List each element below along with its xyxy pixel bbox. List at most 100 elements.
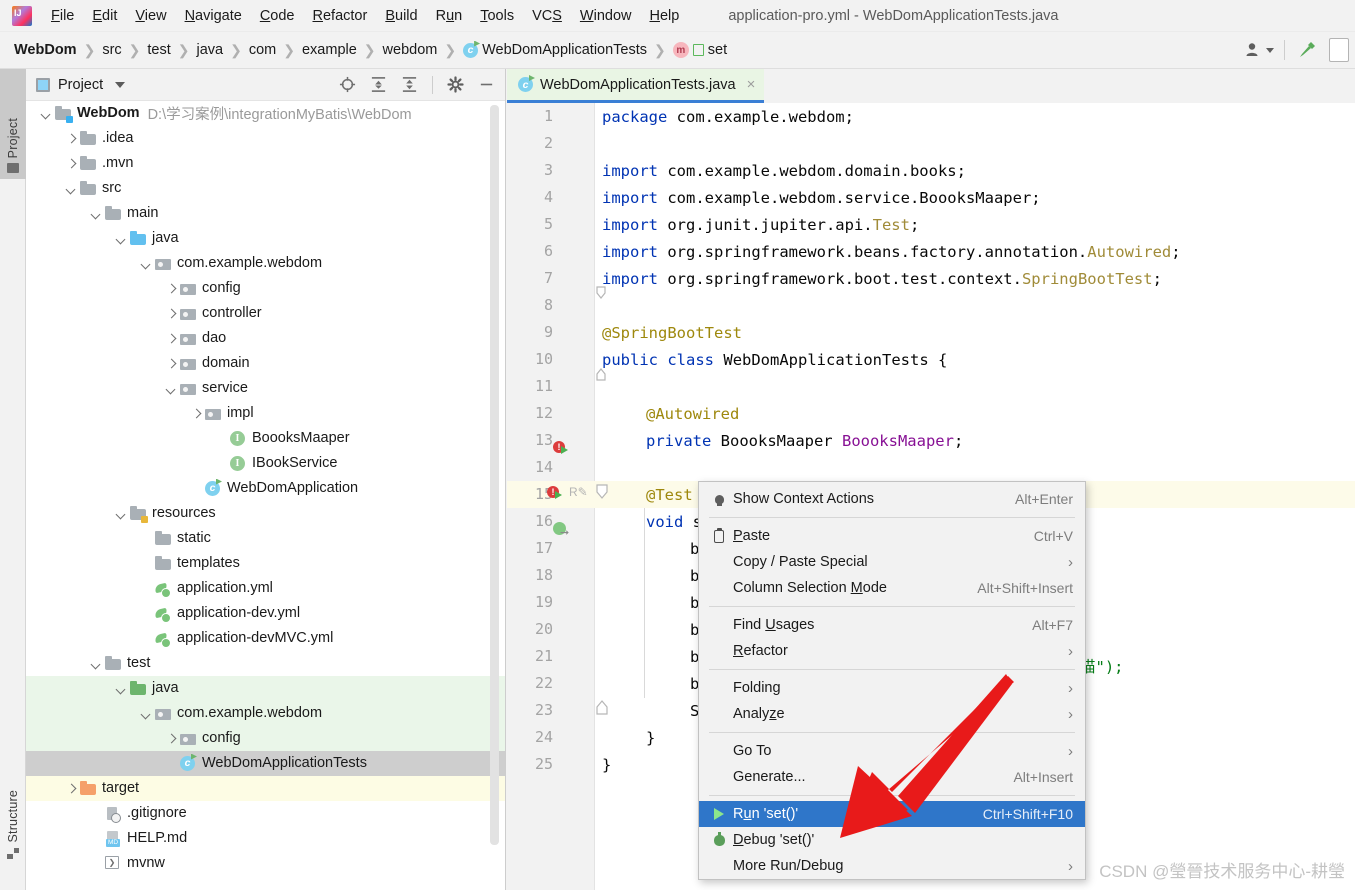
menu-tools[interactable]: Tools [471, 4, 523, 28]
close-icon[interactable]: × [747, 76, 756, 93]
expand-all-icon[interactable] [370, 76, 387, 93]
breadcrumb-item-webdom-pkg[interactable]: webdom [381, 42, 440, 58]
tree-row[interactable]: config [26, 276, 505, 301]
menu-item-copy-paste-special[interactable]: Copy / Paste Special › [699, 549, 1085, 575]
run-test-gutter-icon-line16[interactable]: ! [547, 486, 563, 502]
tree-row[interactable]: resources [26, 501, 505, 526]
tree-row[interactable]: com.example.webdom [26, 701, 505, 726]
tree-toggle-right-icon[interactable] [65, 157, 78, 170]
tree-row[interactable]: service [26, 376, 505, 401]
breadcrumb-item-method[interactable]: m set [671, 42, 729, 58]
tree-toggle-right-icon[interactable] [165, 732, 178, 745]
editor-context-menu[interactable]: Show Context Actions Alt+Enter Paste Ctrl+V… [698, 481, 1086, 880]
tree-row[interactable]: .idea [26, 126, 505, 151]
menu-run[interactable]: Run [427, 4, 472, 28]
tree-row[interactable]: .gitignore [26, 801, 505, 826]
tree-row[interactable]: com.example.webdom [26, 251, 505, 276]
tree-row[interactable]: application-devMVC.yml [26, 626, 505, 651]
menu-navigate[interactable]: Navigate [176, 4, 251, 28]
tree-row[interactable]: dao [26, 326, 505, 351]
tree-toggle-right-icon[interactable] [165, 332, 178, 345]
tree-row[interactable]: src [26, 176, 505, 201]
tree-row[interactable]: HELP.md [26, 826, 505, 851]
menu-refactor[interactable]: Refactor [304, 4, 377, 28]
locate-icon[interactable] [339, 76, 356, 93]
tree-row[interactable]: application-dev.yml [26, 601, 505, 626]
breadcrumb-item-src[interactable]: src [100, 42, 123, 58]
tree-row[interactable]: test [26, 651, 505, 676]
menu-code[interactable]: Code [251, 4, 304, 28]
menu-item-refactor[interactable]: Refactor › [699, 638, 1085, 664]
chevron-down-icon[interactable] [115, 81, 126, 88]
tree-toggle-down-icon[interactable] [115, 507, 128, 520]
tree-toggle-down-icon[interactable] [165, 382, 178, 395]
breadcrumb-item-class[interactable]: c WebDomApplicationTests [461, 42, 649, 58]
implemented-gutter-icon-line13[interactable]: ➞ [553, 522, 571, 539]
menu-help[interactable]: Help [640, 4, 688, 28]
menu-item-generate[interactable]: Generate... Alt+Insert [699, 764, 1085, 790]
tree-row[interactable]: controller [26, 301, 505, 326]
tree-toggle-down-icon[interactable] [115, 682, 128, 695]
menu-view[interactable]: View [126, 4, 175, 28]
breadcrumb-item-test[interactable]: test [145, 42, 172, 58]
menu-item-more-run-debug[interactable]: More Run/Debug › [699, 853, 1085, 879]
tree-row[interactable]: WebDom D:\学习案例\integrationMyBatis\WebDom [26, 101, 505, 126]
run-test-gutter-icon-line10[interactable]: ! [553, 441, 569, 457]
collapse-all-icon[interactable] [401, 76, 418, 93]
breadcrumb-item-webdom[interactable]: WebDom [12, 42, 79, 58]
menu-edit[interactable]: Edit [83, 4, 126, 28]
menu-window[interactable]: Window [571, 4, 641, 28]
tree-toggle-right-icon[interactable] [190, 407, 203, 420]
tree-toggle-right-icon[interactable] [165, 282, 178, 295]
breadcrumb-item-com[interactable]: com [247, 42, 278, 58]
menu-item-column-selection-mode[interactable]: Column Selection Mode Alt+Shift+Insert [699, 575, 1085, 601]
menu-item-find-usages[interactable]: Find Usages Alt+F7 [699, 612, 1085, 638]
tree-row[interactable]: static [26, 526, 505, 551]
tree-row[interactable]: I IBookService [26, 451, 505, 476]
project-scrollbar[interactable] [490, 105, 499, 845]
tab-webdomapplicationtests[interactable]: c WebDomApplicationTests.java × [507, 69, 765, 103]
tree-row[interactable]: config [26, 726, 505, 751]
menu-item-go-to[interactable]: Go To › [699, 738, 1085, 764]
tree-row[interactable]: domain [26, 351, 505, 376]
breadcrumb-item-java[interactable]: java [195, 42, 226, 58]
tree-toggle-down-icon[interactable] [90, 207, 103, 220]
minimize-icon[interactable] [478, 76, 495, 93]
menu-item-folding[interactable]: Folding › [699, 675, 1085, 701]
tree-row[interactable]: c WebDomApplicationTests [26, 751, 505, 776]
tree-row[interactable]: main [26, 201, 505, 226]
tree-toggle-down-icon[interactable] [40, 107, 53, 120]
tree-toggle-down-icon[interactable] [90, 657, 103, 670]
tree-toggle-down-icon[interactable] [140, 257, 153, 270]
tree-row[interactable]: java [26, 676, 505, 701]
account-button[interactable] [1244, 41, 1274, 59]
menu-item-analyze[interactable]: Analyze › [699, 701, 1085, 727]
tree-toggle-down-icon[interactable] [140, 707, 153, 720]
tree-toggle-right-icon[interactable] [165, 357, 178, 370]
menu-item-debug-set[interactable]: Debug 'set()' [699, 827, 1085, 853]
menu-item-paste[interactable]: Paste Ctrl+V [699, 523, 1085, 549]
menu-file[interactable]: File [42, 4, 83, 28]
tree-row[interactable]: impl [26, 401, 505, 426]
tree-toggle-right-icon[interactable] [65, 782, 78, 795]
tree-row[interactable]: application.yml [26, 576, 505, 601]
tree-row[interactable]: java [26, 226, 505, 251]
tree-row[interactable]: .mvn [26, 151, 505, 176]
tree-row[interactable]: ❯ mvnw [26, 851, 505, 876]
breadcrumb-item-example[interactable]: example [300, 42, 359, 58]
tree-toggle-right-icon[interactable] [165, 307, 178, 320]
tree-row[interactable]: I BoooksMaaper [26, 426, 505, 451]
tree-toggle-down-icon[interactable] [115, 232, 128, 245]
rename-pencil-icon-line16[interactable]: R✎ [569, 485, 588, 499]
tree-toggle-right-icon[interactable] [65, 132, 78, 145]
settings-gear-icon[interactable] [447, 76, 464, 93]
tree-row[interactable]: templates [26, 551, 505, 576]
menu-item-show-context-actions[interactable]: Show Context Actions Alt+Enter [699, 486, 1085, 512]
tree-row[interactable]: target [26, 776, 505, 801]
tree-row[interactable]: c WebDomApplication [26, 476, 505, 501]
hammer-icon[interactable] [1295, 38, 1319, 62]
menu-vcs[interactable]: VCS [523, 4, 571, 28]
menu-build[interactable]: Build [376, 4, 426, 28]
menu-item-run-set[interactable]: Run 'set()' Ctrl+Shift+F10 [699, 801, 1085, 827]
tree-toggle-down-icon[interactable] [65, 182, 78, 195]
